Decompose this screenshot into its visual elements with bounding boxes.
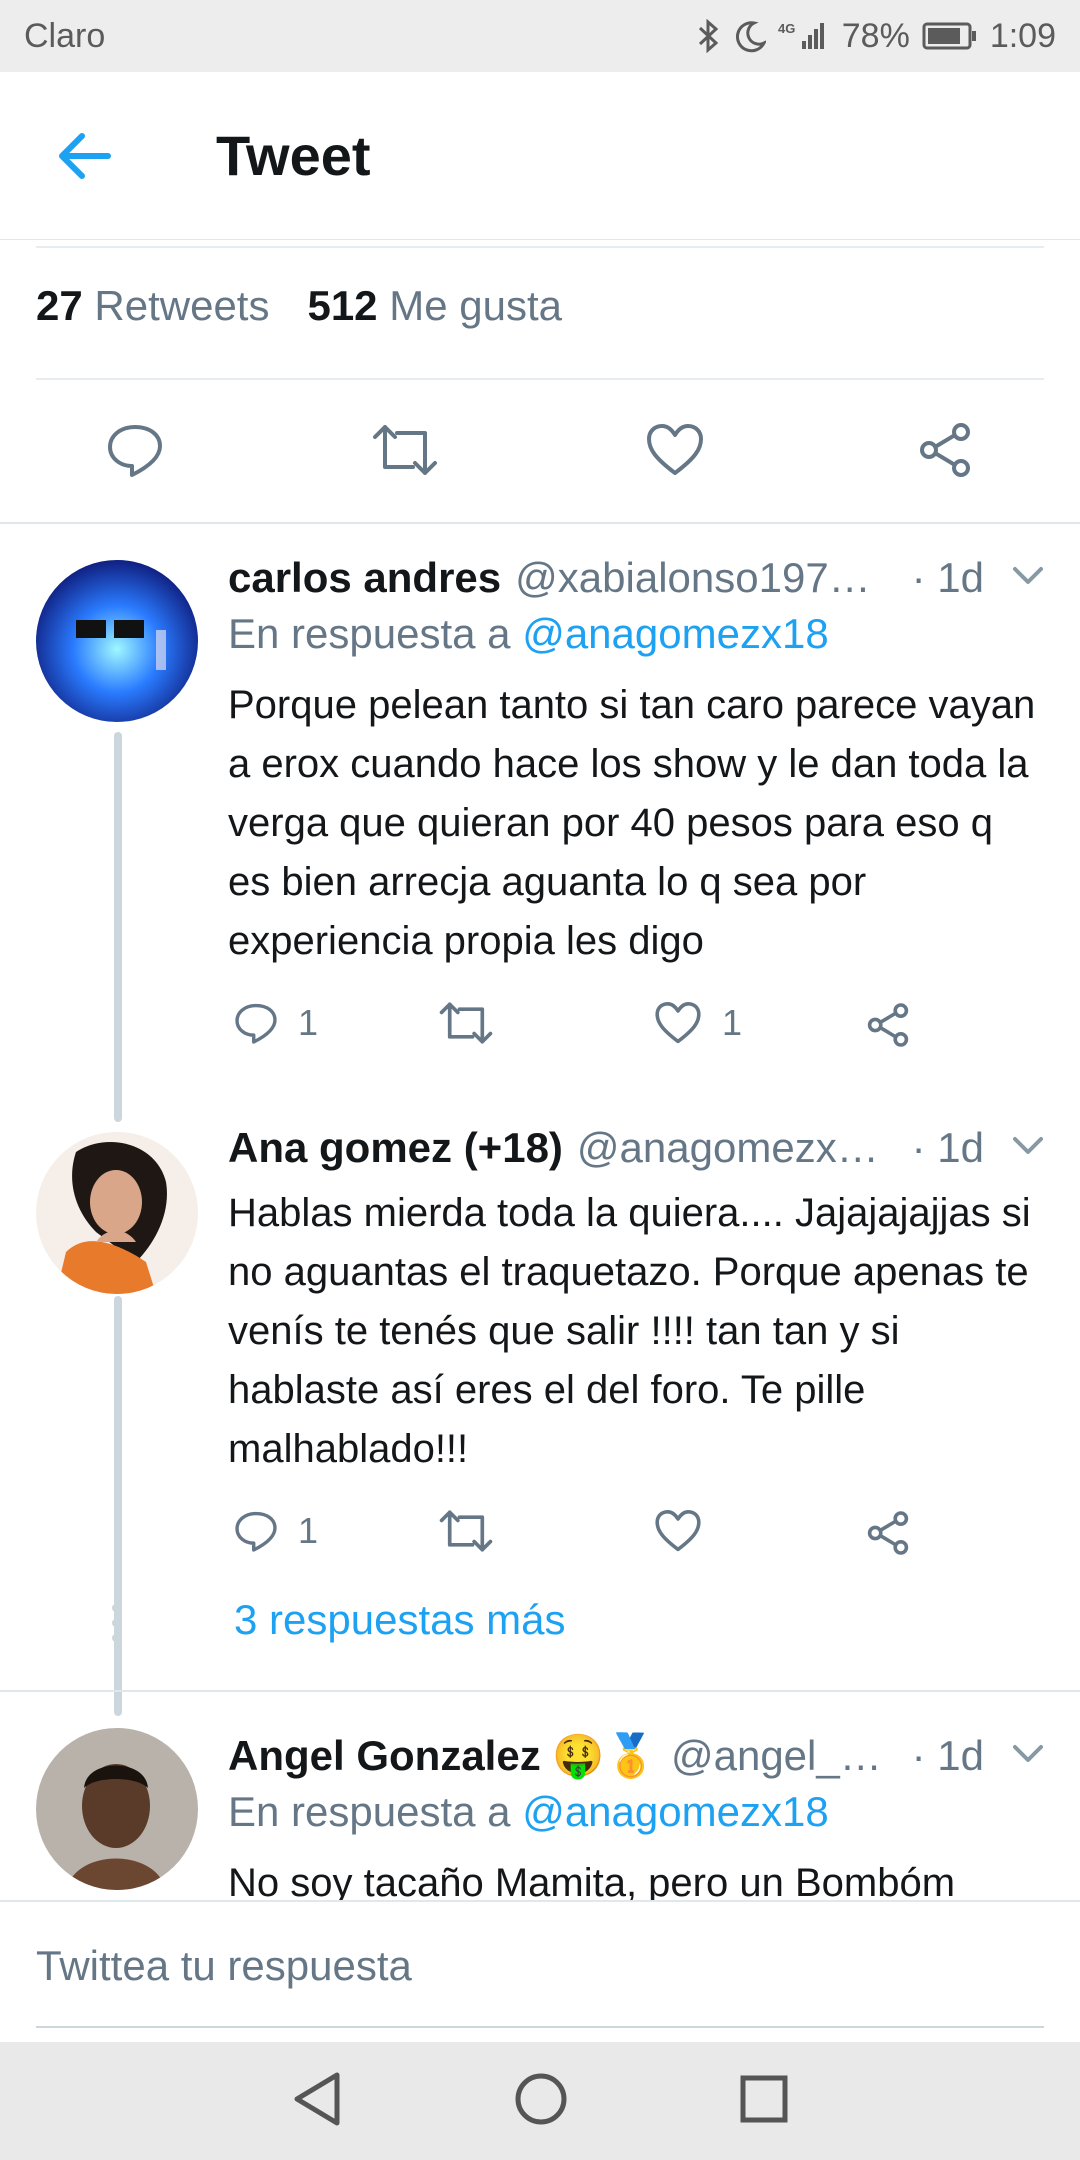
author-name[interactable]: carlos andres (228, 554, 501, 602)
reply-icon (235, 1003, 277, 1044)
retweet-icon (439, 1510, 493, 1552)
author-name[interactable]: Ana gomez (+18) (228, 1124, 563, 1172)
author-handle[interactable]: @xabialonso197… (515, 554, 871, 602)
retweets-stat[interactable]: 27 Retweets (36, 282, 269, 330)
app-bar: Tweet (0, 72, 1080, 240)
status-bar: Claro 4G 78% 1:09 (0, 0, 1080, 72)
reply-action-bar: 1 1 (228, 1001, 1044, 1081)
navigation-bar (0, 2042, 1080, 2160)
triangle-back-icon (294, 2072, 340, 2125)
section-separator (0, 1690, 1080, 1692)
like-count: 1 (722, 1002, 743, 1043)
battery-icon (922, 21, 978, 51)
thread-dots (112, 1604, 122, 1649)
tweet-text: Hablas mierda toda la quiera.... Jajajaj… (228, 1191, 1031, 1471)
reply-input[interactable]: Twittea tu respuesta (36, 1942, 412, 1990)
carrier-label: Claro (24, 16, 106, 55)
input-underline (36, 2026, 1044, 2028)
back-nav-button[interactable] (291, 2071, 343, 2132)
more-replies-link[interactable]: 3 respuestas más (234, 1596, 566, 1644)
status-icons: 4G 78% 1:09 (696, 17, 1056, 56)
share-button[interactable] (864, 1509, 912, 1557)
heart-icon (655, 1510, 701, 1552)
reply-tweet[interactable]: Angel Gonzalez 🤑🥇 @angel_… · 1d En respu… (0, 1726, 1080, 1900)
reply-icon (108, 425, 162, 477)
likes-stat[interactable]: 512 Me gusta (307, 282, 562, 330)
retweet-button[interactable] (438, 1509, 494, 1553)
tweet-text: No soy tacaño Mamita, pero un Bombóm (228, 1861, 956, 1900)
tweet-stats: 27 Retweets 512 Me gusta (36, 282, 562, 330)
recents-nav-button[interactable] (739, 2074, 789, 2129)
divider (36, 246, 1044, 248)
timestamp: · 1d (911, 554, 984, 601)
tweet-text: Porque pelean tanto si tan caro parece v… (228, 683, 1036, 963)
author-handle[interactable]: @anagomezx… (577, 1124, 879, 1172)
back-button[interactable] (24, 96, 144, 216)
retweet-button[interactable] (360, 405, 450, 495)
author-name[interactable]: Angel Gonzalez 🤑🥇 (228, 1732, 657, 1781)
page-title: Tweet (216, 124, 371, 187)
arrow-left-icon (59, 132, 111, 179)
do-not-disturb-moon-icon (734, 19, 766, 53)
heart-icon (655, 1002, 701, 1044)
avatar[interactable] (36, 1728, 198, 1890)
bluetooth-icon (696, 19, 722, 53)
like-button[interactable] (630, 405, 720, 495)
clock: 1:09 (989, 16, 1056, 55)
square-recents-icon (740, 2075, 788, 2122)
reply-action-bar: 1 (228, 1509, 1044, 1589)
avatar[interactable] (36, 560, 198, 722)
battery-percent: 78% (841, 16, 910, 55)
reply-button[interactable]: 1 (234, 1509, 318, 1553)
thread-line (114, 732, 122, 1122)
share-icon (867, 1003, 909, 1047)
retweet-button[interactable] (438, 1001, 494, 1045)
share-button[interactable] (900, 405, 990, 495)
tweet-action-bar (0, 380, 1080, 520)
retweet-icon (373, 425, 437, 475)
thread-line (114, 1296, 122, 1716)
like-button[interactable] (654, 1509, 702, 1553)
reply-button[interactable]: 1 (234, 1001, 318, 1045)
timestamp: · 1d (911, 1732, 984, 1779)
chevron-down-icon[interactable] (1012, 1744, 1044, 1769)
reply-count: 1 (298, 1002, 319, 1043)
author-handle[interactable]: @angel_… (671, 1732, 882, 1780)
reply-composer[interactable]: Twittea tu respuesta (0, 1900, 1080, 2042)
share-icon (920, 423, 970, 477)
mention-link[interactable]: @anagomezx18 (522, 610, 829, 657)
reply-count: 1 (298, 1510, 319, 1551)
circle-home-icon (515, 2073, 567, 2124)
heart-icon (647, 424, 703, 475)
signal-icon: 4G (778, 19, 830, 53)
svg-text:4G: 4G (778, 21, 795, 36)
retweet-icon (439, 1002, 493, 1044)
like-button[interactable]: 1 (654, 1001, 742, 1045)
mention-link[interactable]: @anagomezx18 (522, 1788, 829, 1835)
chevron-down-icon[interactable] (1012, 1136, 1044, 1161)
reply-button[interactable] (90, 405, 180, 495)
reply-context: En respuesta a @anagomezx18 (228, 610, 829, 657)
chevron-down-icon[interactable] (1012, 566, 1044, 591)
home-nav-button[interactable] (513, 2071, 569, 2132)
reply-context: En respuesta a @anagomezx18 (228, 1788, 829, 1835)
reply-icon (235, 1511, 277, 1552)
share-button[interactable] (864, 1001, 912, 1049)
section-separator (0, 522, 1080, 524)
avatar[interactable] (36, 1132, 198, 1294)
share-icon (867, 1511, 909, 1555)
timestamp: · 1d (911, 1124, 984, 1171)
